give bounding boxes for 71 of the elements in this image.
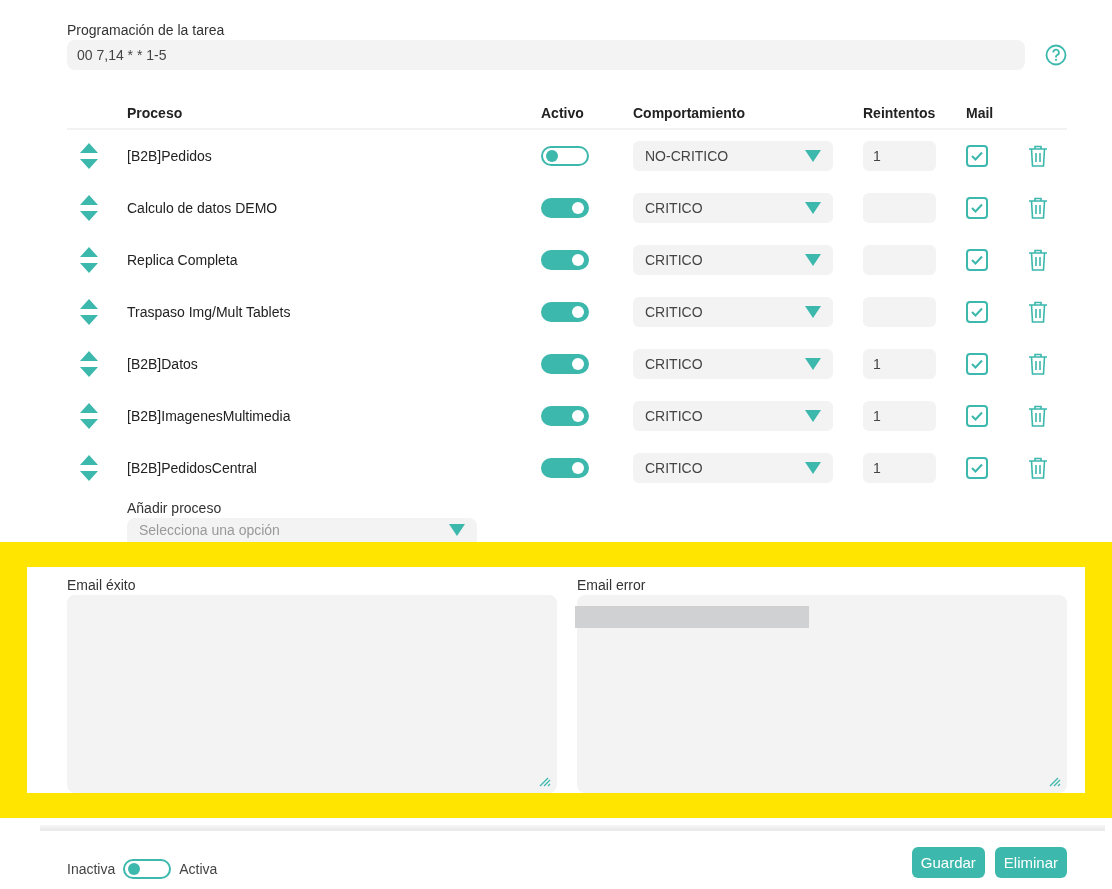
column-header: Reintentos (863, 105, 937, 121)
process-name: [B2B]PedidosCentral (127, 460, 258, 476)
process-name: [B2B]Pedidos (127, 148, 213, 164)
reorder-arrows-icon[interactable] (80, 455, 98, 481)
field-label: Añadir proceso (127, 500, 223, 516)
reorder-arrows-icon[interactable] (80, 143, 98, 169)
mail-checkbox[interactable] (966, 301, 988, 323)
trash-icon[interactable] (1028, 249, 1048, 271)
resize-grip-icon[interactable] (539, 777, 551, 787)
behavior-dropdown[interactable]: CRITICO (633, 453, 833, 483)
reorder-arrows-icon[interactable] (80, 351, 98, 377)
mail-checkbox[interactable] (966, 197, 988, 219)
reorder-arrows-icon[interactable] (80, 195, 98, 221)
behavior-dropdown[interactable]: CRITICO (633, 401, 833, 431)
help-icon[interactable] (1045, 44, 1067, 66)
trash-icon[interactable] (1028, 197, 1048, 219)
toggle-label: Activa (179, 861, 218, 877)
reorder-arrows-icon[interactable] (80, 299, 98, 325)
mail-checkbox[interactable] (966, 145, 988, 167)
status-toggle[interactable] (123, 859, 172, 879)
reorder-arrows-icon[interactable] (80, 403, 98, 429)
behavior-dropdown[interactable]: CRITICO (633, 193, 833, 223)
column-header: Mail (966, 105, 995, 121)
active-toggle[interactable] (541, 406, 589, 426)
caret-icon (805, 150, 821, 162)
field-label: Email error (577, 577, 647, 593)
trash-icon[interactable] (1028, 301, 1048, 323)
process-name: [B2B]Datos (127, 356, 199, 372)
caret-icon (805, 254, 821, 266)
active-toggle[interactable] (541, 458, 589, 478)
active-toggle[interactable] (541, 198, 589, 218)
trash-icon[interactable] (1028, 145, 1048, 167)
field-label: Email éxito (67, 577, 137, 593)
mail-checkbox[interactable] (966, 353, 988, 375)
process-name: [B2B]ImagenesMultimedia (127, 408, 292, 424)
retries-input[interactable]: 1 (863, 453, 936, 483)
process-name: Traspaso Img/Mult Tablets (127, 304, 292, 320)
caret-icon (805, 410, 821, 422)
mail-checkbox[interactable] (966, 457, 988, 479)
retries-input[interactable]: 1 (863, 401, 936, 431)
toggle-label: Inactiva (67, 861, 116, 877)
resize-grip-icon[interactable] (1049, 777, 1061, 787)
caret-icon (805, 358, 821, 370)
field-label: Programación de la tarea (67, 22, 226, 38)
mail-checkbox[interactable] (966, 249, 988, 271)
caret-icon (805, 462, 821, 474)
trash-icon[interactable] (1028, 457, 1048, 479)
reorder-arrows-icon[interactable] (80, 247, 98, 273)
caret-icon (805, 202, 821, 214)
mail-checkbox[interactable] (966, 405, 988, 427)
process-name: Replica Completa (127, 252, 239, 268)
behavior-dropdown[interactable]: CRITICO (633, 245, 833, 275)
active-toggle[interactable] (541, 250, 589, 270)
column-header: Proceso (127, 105, 184, 121)
active-toggle[interactable] (541, 146, 589, 166)
behavior-dropdown[interactable]: NO-CRITICO (633, 141, 833, 171)
email-textarea[interactable] (577, 595, 1067, 793)
retries-input[interactable]: 1 (863, 349, 936, 379)
active-toggle[interactable] (541, 302, 589, 322)
column-header: Comportamiento (633, 105, 746, 121)
column-header: Activo (541, 105, 585, 121)
caret-icon (805, 306, 821, 318)
behavior-dropdown[interactable]: CRITICO (633, 349, 833, 379)
trash-icon[interactable] (1028, 353, 1048, 375)
trash-icon[interactable] (1028, 405, 1048, 427)
caret-icon (449, 524, 465, 536)
process-name: Calculo de datos DEMO (127, 200, 279, 216)
retries-input[interactable]: 1 (863, 141, 936, 171)
schedule-input[interactable]: 00 7,14 * * 1-5 (67, 40, 1025, 70)
active-toggle[interactable] (541, 354, 589, 374)
behavior-dropdown[interactable]: CRITICO (633, 297, 833, 327)
